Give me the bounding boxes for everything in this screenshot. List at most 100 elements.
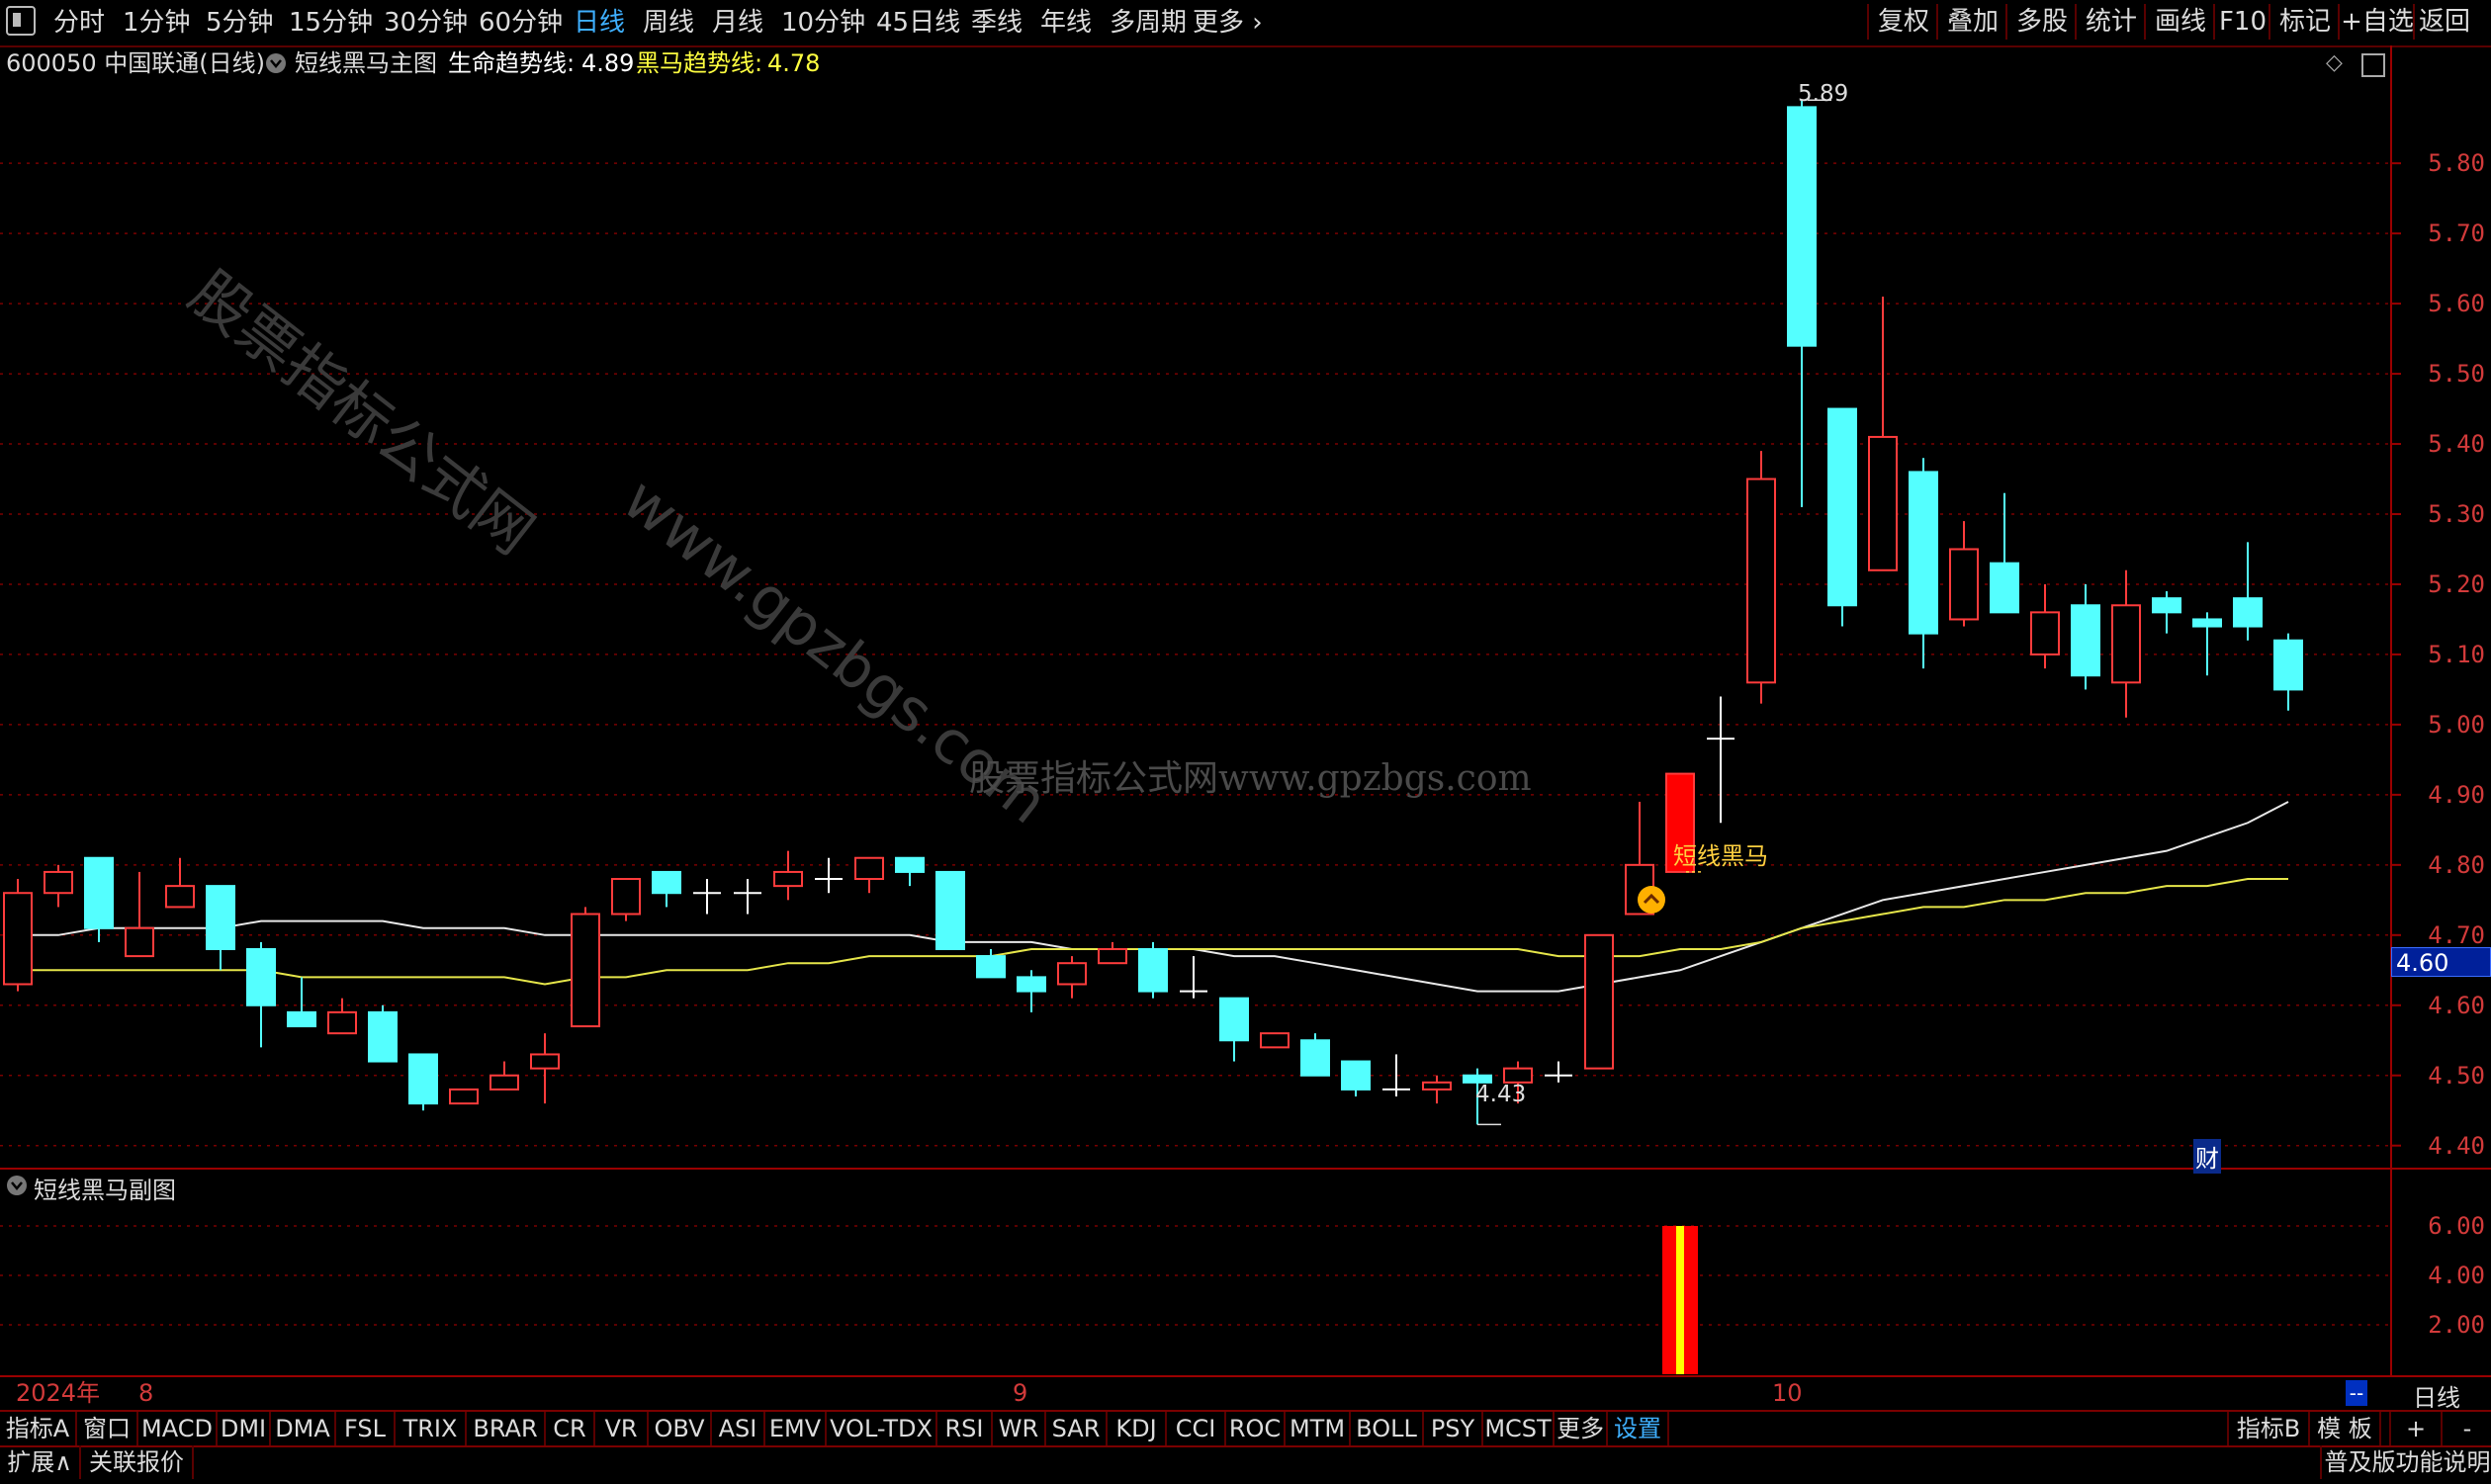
candle-body [895,856,925,873]
y-tick-label: 4.80 [2428,850,2485,879]
indicator-tab-21[interactable]: BOLL [1351,1412,1424,1445]
indicator-tab-23[interactable]: MCST [1483,1412,1555,1445]
indicator-right-button-2[interactable]: + [2389,1412,2443,1445]
current-price-box: 4.60 [2391,947,2491,977]
y-tick-label: 5.70 [2428,219,2485,248]
candle-body [2111,604,2141,684]
candle-body [1341,1060,1371,1091]
candle-body [1057,962,1087,986]
candle-body [2152,597,2181,614]
candle-body [246,948,276,1006]
indicator-tab-11[interactable]: ASI [712,1412,765,1445]
y-tick-label: 5.10 [2428,640,2485,668]
period-label: 日线 [2413,1384,2460,1412]
indicator-tab-15[interactable]: WR [993,1412,1046,1445]
candle-body [1827,407,1857,607]
indicator-tab-24[interactable]: 更多 [1555,1412,1608,1445]
candle-body [1260,1032,1290,1049]
candle-body [44,870,73,895]
candle-body [165,885,195,909]
indicator-tab-1[interactable]: 窗口 [77,1412,138,1445]
chevron-down-icon[interactable] [6,1175,28,1196]
low-price-label: 4.43 [1475,1082,1527,1107]
candle-body [1868,435,1898,571]
date-year: 2024年 [16,1379,101,1407]
y-tick-label: 5.00 [2428,710,2485,739]
scroll-indicator[interactable]: -- [2346,1380,2367,1406]
y-tick-label: 4.40 [2428,1131,2485,1160]
candle-body [1138,948,1168,993]
indicator-tab-16[interactable]: SAR [1046,1412,1108,1445]
candle-body [287,1010,316,1028]
candle-body [2273,639,2303,691]
date-month-9: 9 [1013,1379,1028,1407]
related-quote-button[interactable]: 关联报价 [81,1445,194,1479]
indicator-tab-4[interactable]: DMA [271,1412,336,1445]
candle-body [935,870,965,950]
help-button[interactable]: 普及版功能说明 [2320,1445,2491,1479]
indicator-tab-22[interactable]: PSY [1424,1412,1483,1445]
indicator-tab-7[interactable]: BRAR [467,1412,546,1445]
indicator-tab-25[interactable]: 设置 [1608,1412,1669,1445]
date-month-8: 8 [138,1379,154,1407]
candle-body [2071,604,2100,677]
candle-body [1219,997,1249,1042]
candle-body [976,955,1006,979]
y-tick-label: 4.60 [2428,991,2485,1019]
sub-y-tick-label: 2.00 [2428,1311,2485,1339]
finance-badge[interactable]: 财 [2193,1139,2221,1174]
candle-body [2192,618,2222,628]
y-tick-label: 5.60 [2428,290,2485,318]
indicator-tab-2[interactable]: MACD [138,1412,218,1445]
candle-body [449,1088,479,1105]
candle-body [206,885,235,950]
indicator-tab-0[interactable]: 指标A [0,1412,77,1445]
indicator-tab-5[interactable]: FSL [336,1412,396,1445]
indicator-tab-10[interactable]: OBV [649,1412,712,1445]
sub-y-tick-label: 6.00 [2428,1212,2485,1240]
indicator-right-button-0[interactable]: 指标B [2227,1412,2310,1445]
indicator-right-button-1[interactable]: 模 板 [2308,1412,2381,1445]
indicator-tab-12[interactable]: EMV [765,1412,827,1445]
candle-body [1787,106,1817,347]
indicator-tab-17[interactable]: KDJ [1108,1412,1167,1445]
indicator-right-button-3[interactable]: - [2441,1412,2491,1445]
expand-button[interactable]: 扩展∧ [0,1445,81,1479]
status-bar: 扩展∧ 关联报价 普及版功能说明 [0,1445,2491,1479]
indicator-tab-9[interactable]: VR [595,1412,649,1445]
candle-body [1503,1067,1533,1084]
y-tick-label: 5.40 [2428,430,2485,459]
candle-body [530,1053,560,1070]
buy-signal-icon [1638,886,1665,914]
indicator-tab-18[interactable]: CCI [1167,1412,1226,1445]
indicator-tab-20[interactable]: MTM [1286,1412,1351,1445]
candle-body [3,892,33,986]
indicator-tab-14[interactable]: RSI [937,1412,993,1445]
y-tick-label: 4.70 [2428,920,2485,949]
indicator-tab-8[interactable]: CR [546,1412,595,1445]
candle-body [1422,1081,1452,1091]
y-tick-label: 5.20 [2428,569,2485,598]
candle-body [571,913,600,1028]
candle-body [408,1053,438,1105]
candle-body [1909,471,1938,635]
indicator-tab-6[interactable]: TRIX [396,1412,467,1445]
candle-body [125,926,154,958]
y-tick-label: 4.50 [2428,1061,2485,1090]
candle-body [327,1010,357,1035]
candle-body [854,856,884,881]
y-tick-label: 5.80 [2428,149,2485,178]
candle-body [652,870,681,895]
candle-body [84,856,114,929]
candle-body [2233,597,2263,628]
kline-chart[interactable] [0,0,2491,1484]
indicator-tab-3[interactable]: DMI [218,1412,271,1445]
indicator-tab-19[interactable]: ROC [1226,1412,1286,1445]
y-tick-label: 4.90 [2428,780,2485,809]
candle-body [368,1010,398,1063]
candle-body [1949,548,1979,621]
candle-body [611,878,641,916]
sub-panel-title[interactable]: 短线黑马副图 [34,1171,176,1205]
indicator-tab-13[interactable]: VOL-TDX [827,1412,937,1445]
sub-y-tick-label: 4.00 [2428,1262,2485,1289]
